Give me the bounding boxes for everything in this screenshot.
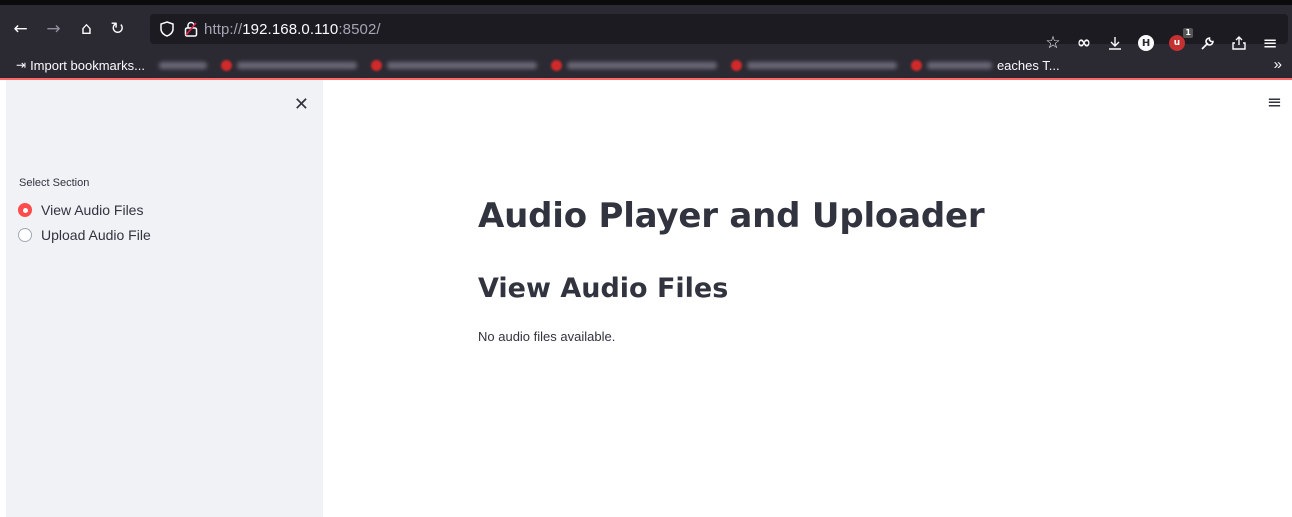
url-port: :8502/: [338, 20, 381, 38]
bookmark-item[interactable]: [158, 61, 207, 69]
import-bookmarks-label: Import bookmarks...: [30, 57, 145, 73]
import-bookmarks-item[interactable]: ⇥ Import bookmarks...: [16, 58, 145, 73]
section-subheader: View Audio Files: [478, 273, 729, 304]
bookmark-item[interactable]: [730, 59, 897, 71]
bookmark-item[interactable]: [550, 59, 717, 71]
bookmark-item[interactable]: [370, 59, 537, 71]
url-scheme: http://: [204, 20, 243, 38]
sidebar: ✕ Select Section View Audio Files Upload…: [6, 80, 323, 517]
radio-option-view-audio[interactable]: View Audio Files: [18, 202, 143, 218]
radio-selected-icon[interactable]: [18, 203, 32, 217]
radio-option-label: Upload Audio File: [41, 227, 151, 243]
bookmarks-overflow-icon[interactable]: »: [1274, 56, 1282, 73]
bookmark-item[interactable]: [220, 59, 357, 71]
forward-arrow-icon[interactable]: →: [41, 14, 66, 44]
radio-group-label: Select Section: [19, 177, 90, 189]
radio-option-upload-audio[interactable]: Upload Audio File: [18, 227, 151, 243]
address-bar[interactable]: http://192.168.0.110:8502/ ☆ ∞ H u1 ≡: [150, 14, 1288, 54]
close-icon[interactable]: ✕: [294, 94, 309, 115]
extension-badge-count: 1: [1183, 28, 1193, 38]
import-icon: ⇥: [16, 58, 27, 72]
page-title: Audio Player and Uploader: [478, 196, 985, 236]
bookmarks-bar: ⇥ Import bookmarks... eaches T... »: [0, 52, 1292, 78]
hamburger-menu-icon[interactable]: ≡: [1267, 92, 1282, 113]
bookmark-visible-tail: eaches T...: [996, 57, 1060, 73]
back-arrow-icon[interactable]: ←: [8, 14, 33, 44]
empty-state-message: No audio files available.: [478, 329, 616, 344]
home-icon[interactable]: ⌂: [74, 14, 99, 44]
bookmark-item[interactable]: eaches T...: [910, 57, 1060, 73]
reload-icon[interactable]: ↻: [105, 14, 130, 44]
shield-icon[interactable]: [160, 21, 174, 37]
radio-unselected-icon[interactable]: [18, 228, 32, 242]
radio-option-label: View Audio Files: [41, 202, 144, 218]
url-host: 192.168.0.110: [242, 20, 339, 38]
insecure-lock-icon[interactable]: [184, 21, 198, 37]
url-text[interactable]: http://192.168.0.110:8502/: [204, 21, 381, 38]
